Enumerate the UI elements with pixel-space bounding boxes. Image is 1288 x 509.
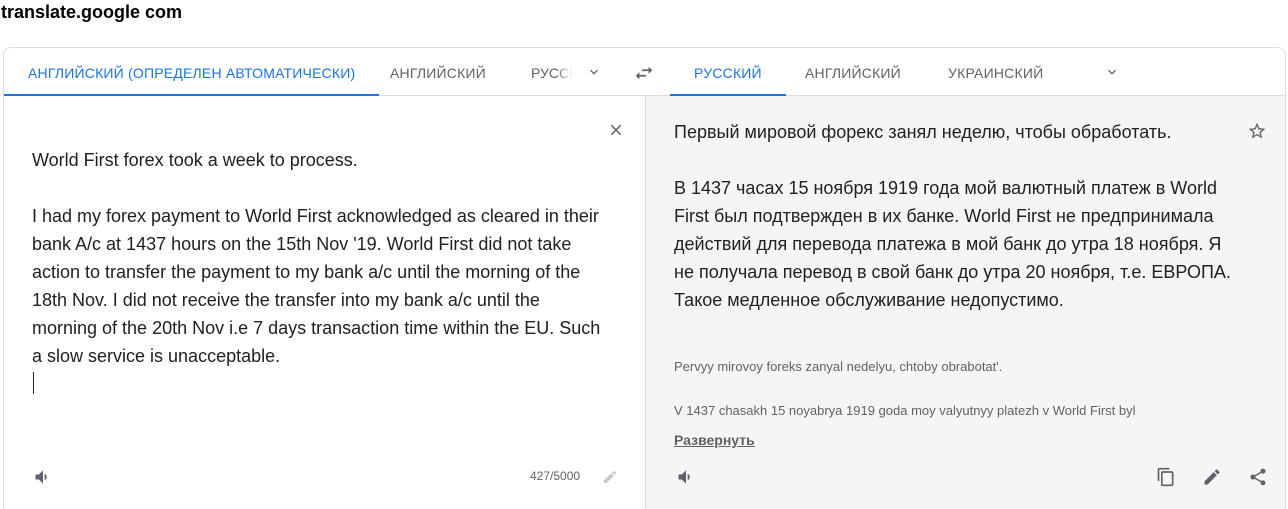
share-icon bbox=[1250, 468, 1266, 486]
text-cursor bbox=[33, 372, 34, 394]
star-outline-icon bbox=[1248, 122, 1266, 139]
listen-source-button[interactable] bbox=[31, 465, 55, 489]
copy-translation-button[interactable] bbox=[1153, 464, 1179, 490]
edit-translation-button[interactable] bbox=[1199, 464, 1225, 490]
tab-target-russian[interactable]: РУССКИЙ bbox=[670, 48, 786, 97]
pencil-icon bbox=[1204, 469, 1220, 485]
clear-source-button[interactable] bbox=[604, 118, 628, 142]
handwriting-button[interactable] bbox=[599, 466, 621, 488]
close-icon bbox=[610, 124, 622, 136]
transliteration-line-2: V 1437 chasakh 15 noyabrya 1919 goda moy… bbox=[674, 403, 1136, 418]
tab-label: АНГЛИЙСКИЙ (ОПРЕДЕЛЕН АВТОМАТИЧЕСКИ) bbox=[28, 65, 356, 81]
speaker-icon bbox=[678, 470, 690, 484]
source-lang-more-button[interactable] bbox=[582, 60, 606, 84]
pencil-icon bbox=[604, 470, 617, 483]
copy-icon bbox=[1157, 467, 1174, 487]
target-pane: Первый мировой форекс занял неделю, чтоб… bbox=[645, 96, 1285, 509]
swap-icon bbox=[635, 66, 653, 80]
chevron-down-icon bbox=[1108, 69, 1116, 75]
tab-label: АНГЛИЙСКИЙ bbox=[805, 65, 901, 81]
tab-label: УКРАИНСКИЙ bbox=[948, 65, 1044, 81]
expand-transliteration-link[interactable]: Развернуть bbox=[674, 432, 755, 448]
character-count: 427/5000 bbox=[530, 469, 581, 483]
target-lang-more-button[interactable] bbox=[1100, 60, 1124, 84]
translate-card: АНГЛИЙСКИЙ (ОПРЕДЕЛЕН АВТОМАТИЧЕСКИ) АНГ… bbox=[3, 47, 1286, 509]
tab-target-ukrainian[interactable]: УКРАИНСКИЙ bbox=[948, 48, 1043, 96]
tab-label: РУССКИЙ bbox=[531, 65, 573, 81]
language-bar: АНГЛИЙСКИЙ (ОПРЕДЕЛЕН АВТОМАТИЧЕСКИ) АНГ… bbox=[4, 48, 1285, 97]
transliteration-line-1: Pervyy mirovoy foreks zanyal nedelyu, ch… bbox=[674, 359, 1003, 374]
speaker-icon bbox=[35, 470, 47, 484]
tab-target-english[interactable]: АНГЛИЙСКИЙ bbox=[805, 48, 901, 96]
site-label: translate.google com bbox=[1, 2, 183, 22]
save-translation-button[interactable] bbox=[1244, 118, 1270, 144]
tab-source-detected[interactable]: АНГЛИЙСКИЙ (ОПРЕДЕЛЕН АВТОМАТИЧЕСКИ) bbox=[4, 48, 380, 97]
tab-label: РУССКИЙ bbox=[694, 65, 762, 81]
swap-languages-button[interactable] bbox=[631, 60, 657, 86]
source-pane: World First forex took a week to process… bbox=[4, 96, 645, 509]
tab-label: АНГЛИЙСКИЙ bbox=[390, 65, 486, 81]
share-translation-button[interactable] bbox=[1245, 464, 1271, 490]
chevron-down-icon bbox=[590, 69, 598, 75]
listen-translation-button[interactable] bbox=[674, 465, 698, 489]
source-text-input[interactable]: World First forex took a week to process… bbox=[32, 146, 602, 370]
tab-source-russian[interactable]: РУССКИЙ bbox=[531, 48, 573, 96]
tab-source-english[interactable]: АНГЛИЙСКИЙ bbox=[390, 48, 486, 96]
translation-output: Первый мировой форекс занял неделю, чтоб… bbox=[674, 122, 1231, 310]
